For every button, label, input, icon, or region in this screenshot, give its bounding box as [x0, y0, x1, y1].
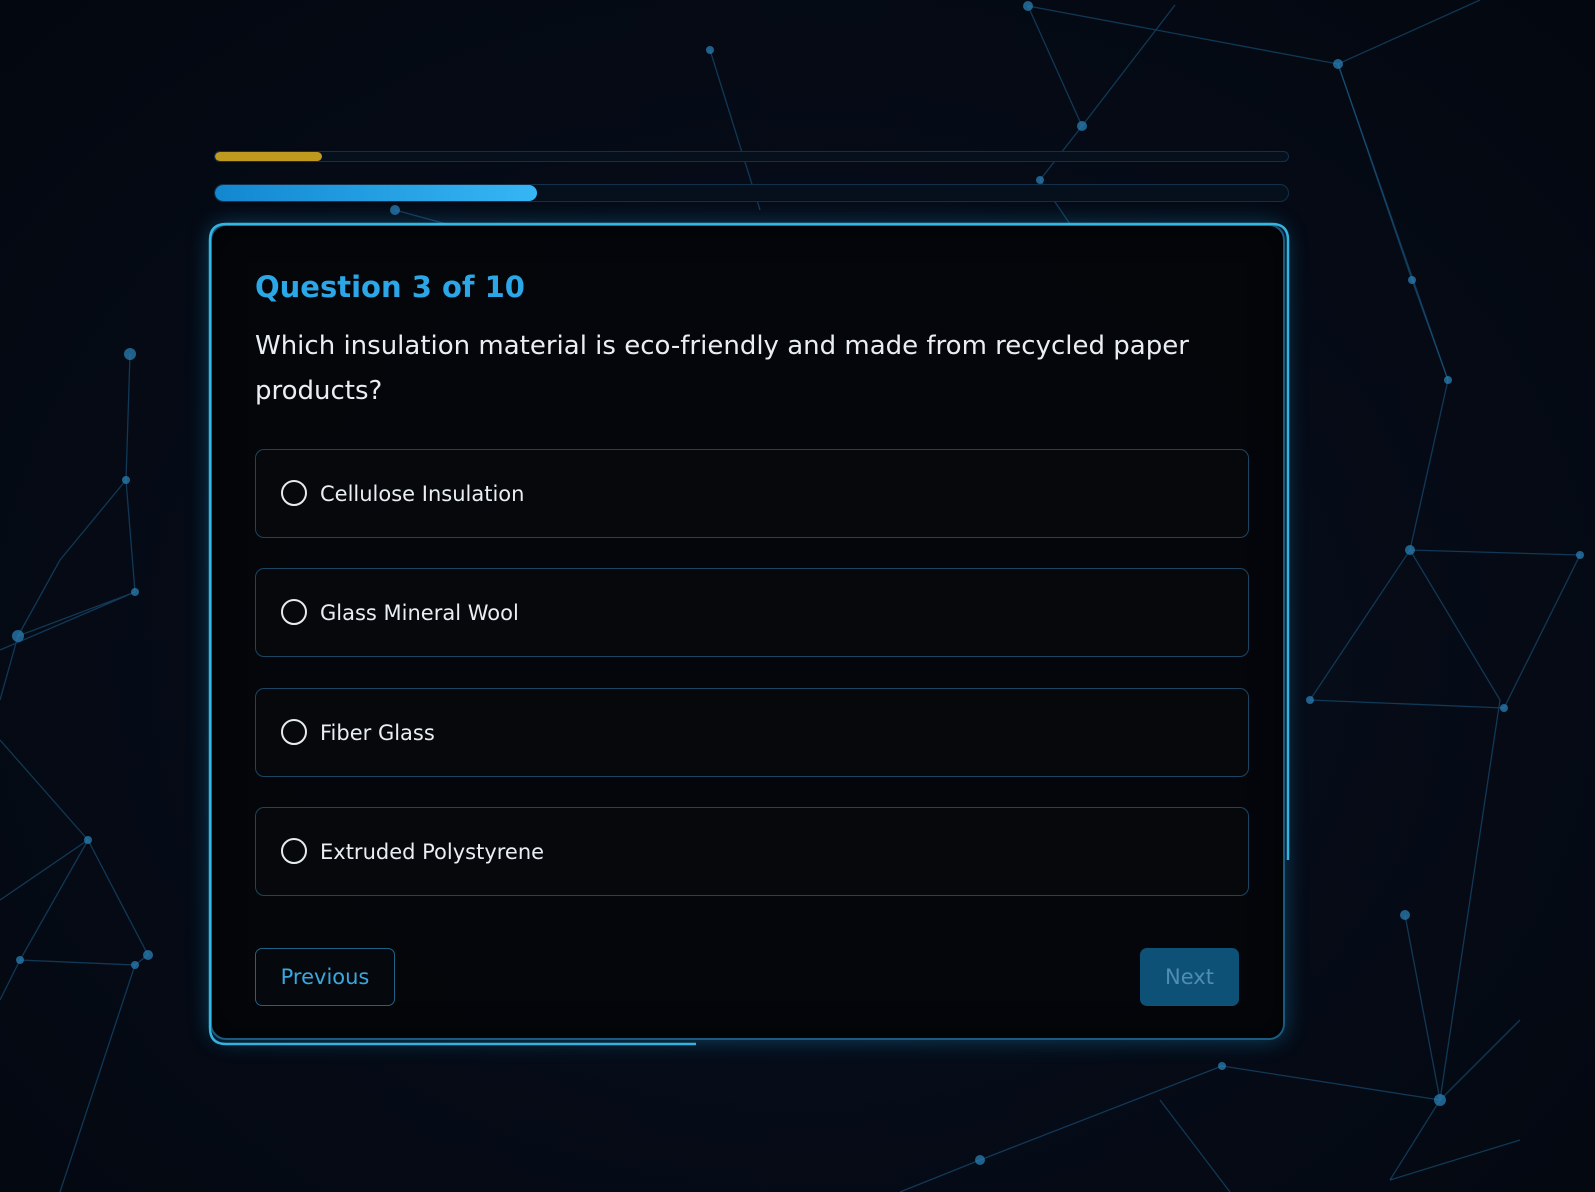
answer-option-label: Cellulose Insulation — [320, 482, 525, 506]
radio-button[interactable] — [281, 480, 307, 506]
answer-option-cellulose[interactable]: Cellulose Insulation — [255, 449, 1249, 538]
quiz-progress-bar — [214, 184, 1289, 202]
quiz-screen: Question 3 of 10 Which insulation materi… — [0, 0, 1595, 1192]
question-counter: Question 3 of 10 — [255, 270, 525, 304]
quiz-progress-fill — [215, 185, 537, 201]
question-text: Which insulation material is eco-friendl… — [255, 331, 1189, 406]
next-button[interactable]: Next — [1140, 948, 1239, 1006]
radio-button[interactable] — [281, 599, 307, 625]
answer-option-label: Extruded Polystyrene — [320, 840, 545, 864]
radio-button[interactable] — [281, 719, 307, 745]
answer-option-fiber-glass[interactable]: Fiber Glass — [255, 688, 1249, 777]
timer-progress-fill — [215, 152, 323, 161]
question-card: Question 3 of 10 Which insulation materi… — [210, 224, 1285, 1040]
radio-button[interactable] — [281, 838, 307, 864]
previous-button[interactable]: Previous — [255, 948, 395, 1006]
timer-progress-bar — [214, 151, 1289, 162]
answer-option-extruded-polystyrene[interactable]: Extruded Polystyrene — [255, 807, 1249, 896]
answer-option-label: Fiber Glass — [320, 721, 435, 745]
answer-option-glass-mineral-wool[interactable]: Glass Mineral Wool — [255, 568, 1249, 657]
answer-option-label: Glass Mineral Wool — [320, 601, 519, 625]
